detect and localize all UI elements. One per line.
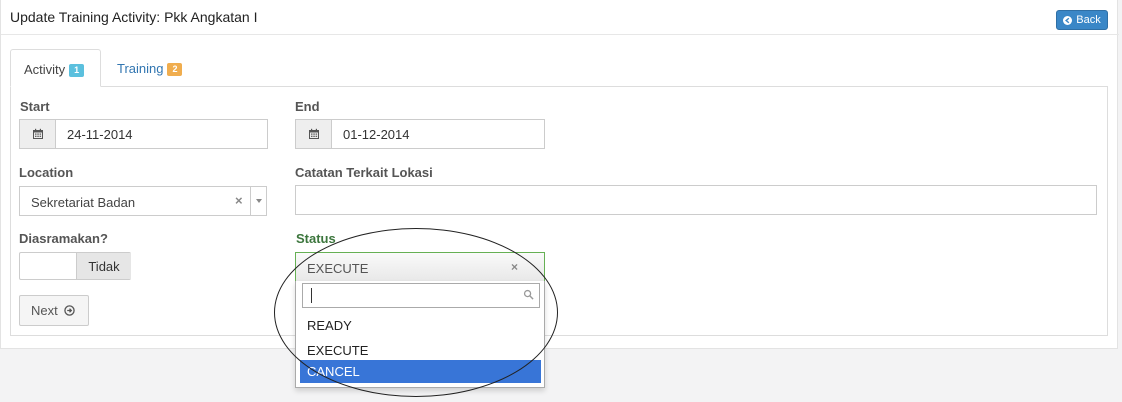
dormitory-toggle-value: Tidak bbox=[76, 253, 131, 279]
back-button-label: Back bbox=[1076, 14, 1101, 26]
start-label: Start bbox=[20, 99, 50, 114]
dormitory-toggle[interactable]: Tidak bbox=[19, 252, 131, 280]
start-calendar-addon[interactable] bbox=[20, 120, 56, 148]
end-calendar-addon[interactable] bbox=[296, 120, 332, 148]
back-button[interactable]: Back bbox=[1056, 10, 1108, 30]
calendar-icon bbox=[308, 128, 319, 139]
end-date-value: 01-12-2014 bbox=[343, 127, 410, 142]
next-button[interactable]: Next bbox=[19, 295, 89, 326]
tab-training[interactable]: Training 2 bbox=[104, 49, 195, 87]
status-value: EXECUTE bbox=[307, 261, 369, 276]
status-search-input[interactable] bbox=[302, 283, 540, 308]
start-date-field[interactable]: 24-11-2014 bbox=[19, 119, 268, 149]
next-button-label: Next bbox=[31, 303, 58, 318]
location-dropdown-toggle[interactable] bbox=[250, 187, 266, 215]
status-label: Status bbox=[296, 231, 336, 246]
start-date-value: 24-11-2014 bbox=[67, 127, 133, 142]
panel-header: Update Training Activity: Pkk Angkatan I… bbox=[1, 0, 1119, 35]
arrow-left-icon bbox=[1063, 15, 1073, 25]
status-option-cancel[interactable]: CANCEL bbox=[300, 360, 541, 383]
location-note-label: Catatan Terkait Lokasi bbox=[295, 165, 433, 180]
tab-training-label: Training bbox=[117, 61, 164, 76]
tab-training-badge: 2 bbox=[167, 63, 183, 76]
text-cursor bbox=[311, 288, 312, 303]
location-select[interactable]: Sekretariat Badan × bbox=[19, 186, 267, 216]
location-value: Sekretariat Badan bbox=[31, 195, 136, 210]
location-note-input[interactable] bbox=[295, 185, 1097, 215]
location-clear-icon[interactable]: × bbox=[235, 193, 243, 208]
status-option-execute[interactable]: EXECUTE bbox=[300, 339, 541, 362]
status-option-ready[interactable]: READY bbox=[300, 314, 541, 337]
status-select[interactable]: EXECUTE × bbox=[295, 252, 545, 282]
search-icon bbox=[523, 289, 534, 300]
end-date-field[interactable]: 01-12-2014 bbox=[295, 119, 545, 149]
dormitory-label: Diasramakan? bbox=[19, 231, 108, 246]
tab-activity[interactable]: Activity 1 bbox=[10, 49, 101, 87]
tab-activity-label: Activity bbox=[24, 62, 66, 77]
location-label: Location bbox=[19, 165, 74, 180]
main-panel: Update Training Activity: Pkk Angkatan I… bbox=[0, 0, 1119, 349]
status-dropdown: READY EXECUTE CANCEL bbox=[295, 281, 545, 388]
arrow-circle-right-icon bbox=[64, 305, 75, 316]
calendar-icon bbox=[32, 128, 43, 139]
end-label: End bbox=[295, 99, 320, 114]
status-clear-icon[interactable]: × bbox=[511, 260, 518, 274]
chevron-down-icon bbox=[255, 199, 262, 203]
tab-activity-badge: 1 bbox=[69, 64, 85, 77]
page-title: Update Training Activity: Pkk Angkatan I bbox=[10, 9, 258, 25]
